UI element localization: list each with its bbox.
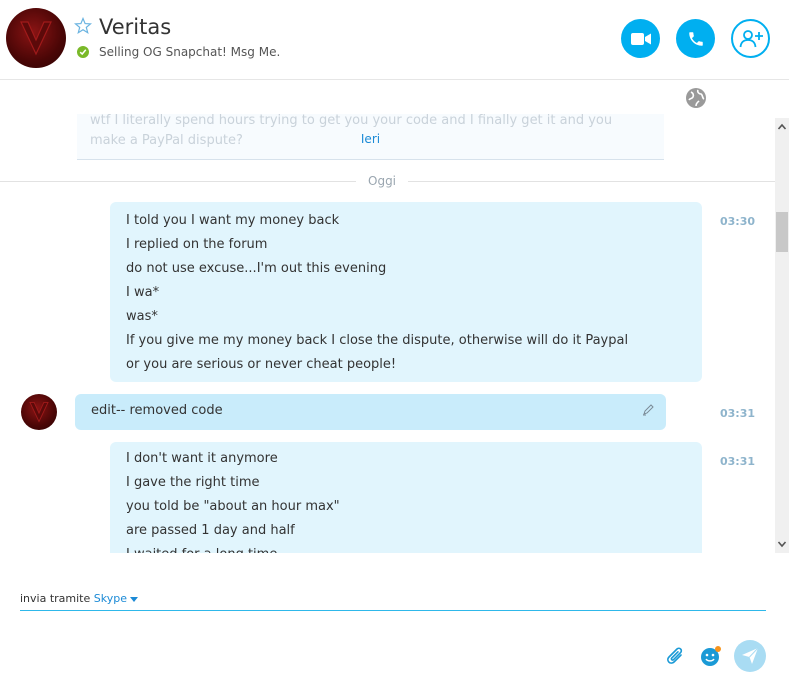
message-bubble-incoming[interactable]: edit-- removed code bbox=[75, 394, 666, 430]
send-via-value[interactable]: Skype bbox=[94, 592, 127, 605]
send-via-selector[interactable]: invia tramite Skype bbox=[20, 592, 138, 605]
message-line: I wa* bbox=[126, 285, 160, 300]
edited-pencil-icon bbox=[643, 404, 654, 416]
message-line: I gave the right time bbox=[126, 475, 260, 490]
scrollbar-thumb[interactable] bbox=[776, 212, 788, 252]
globe-icon[interactable] bbox=[684, 86, 708, 110]
message-line: I replied on the forum bbox=[126, 237, 268, 252]
message-line: edit-- removed code bbox=[91, 403, 223, 418]
message-timestamp: 03:31 bbox=[720, 407, 756, 420]
today-label: Oggi bbox=[356, 174, 409, 188]
skype-chat-window: Veritas Selling OG Snapchat! Msg Me. wtf… bbox=[0, 0, 789, 682]
message-bubble-outgoing[interactable]: I don't want it anymore I gave the right… bbox=[110, 442, 702, 553]
message-line: are passed 1 day and half bbox=[126, 523, 295, 538]
message-line: I waited for a long time bbox=[126, 543, 686, 553]
conversation-scrollbar[interactable] bbox=[775, 118, 789, 553]
message-line: I don't want it anymore bbox=[126, 451, 278, 466]
previous-day-preview[interactable]: wtf I literally spend hours trying to ge… bbox=[77, 114, 664, 160]
veritas-logo-icon bbox=[20, 21, 52, 56]
scroll-down-arrow-icon[interactable] bbox=[775, 537, 789, 551]
favorite-star-icon[interactable] bbox=[74, 17, 92, 35]
mood-message: Selling OG Snapchat! Msg Me. bbox=[99, 45, 281, 59]
message-line: or you are serious or never cheat people… bbox=[126, 357, 397, 372]
contact-name[interactable]: Veritas bbox=[99, 15, 171, 39]
message-line: was* bbox=[126, 309, 158, 324]
composer-divider bbox=[20, 610, 766, 611]
message-input[interactable] bbox=[20, 614, 766, 638]
message-timestamp: 03:30 bbox=[720, 215, 756, 228]
veritas-logo-icon bbox=[29, 401, 49, 423]
chat-header: Veritas Selling OG Snapchat! Msg Me. bbox=[0, 0, 789, 80]
message-line: you told be "about an hour max" bbox=[126, 499, 340, 514]
message-line: If you give me my money back I close the… bbox=[126, 333, 629, 348]
message-line: do not use excuse...I'm out this evening bbox=[126, 261, 387, 276]
scroll-up-arrow-icon[interactable] bbox=[775, 120, 789, 134]
send-arrow-icon bbox=[742, 647, 759, 664]
emoticon-icon[interactable] bbox=[699, 644, 723, 668]
video-call-button[interactable] bbox=[621, 19, 660, 58]
phone-icon bbox=[688, 31, 703, 46]
chevron-down-icon[interactable] bbox=[130, 596, 138, 602]
video-camera-icon bbox=[630, 32, 651, 45]
send-button[interactable] bbox=[734, 640, 766, 672]
message-timestamp: 03:31 bbox=[720, 455, 756, 468]
message-bubble-outgoing[interactable]: I told you I want my money back I replie… bbox=[110, 202, 702, 382]
message-line: I told you I want my money back bbox=[126, 213, 340, 228]
audio-call-button[interactable] bbox=[676, 19, 715, 58]
contact-avatar[interactable] bbox=[6, 8, 66, 68]
add-person-icon bbox=[739, 29, 763, 47]
sender-avatar[interactable] bbox=[21, 394, 57, 430]
online-status-icon bbox=[77, 46, 89, 58]
add-people-button[interactable] bbox=[731, 19, 770, 58]
yesterday-label[interactable]: Ieri bbox=[77, 132, 664, 146]
attachment-paperclip-icon[interactable] bbox=[666, 646, 686, 668]
send-via-label: invia tramite bbox=[20, 592, 91, 605]
conversation-history[interactable]: wtf I literally spend hours trying to ge… bbox=[0, 80, 775, 553]
